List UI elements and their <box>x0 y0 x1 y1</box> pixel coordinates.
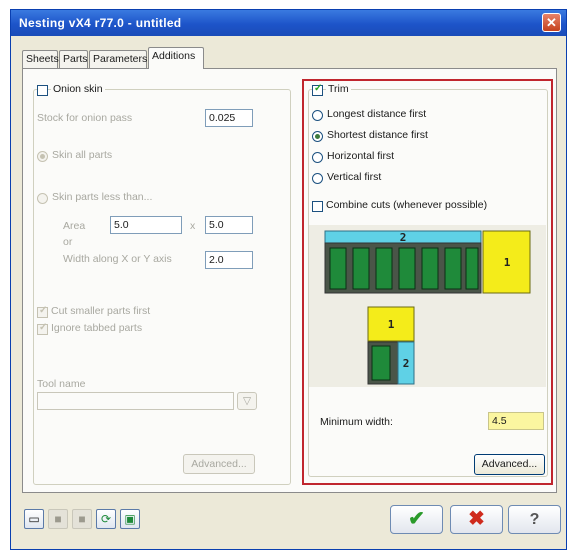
combine-cuts-checkbox[interactable] <box>312 201 323 212</box>
ignore-tabbed-label: Ignore tabbed parts <box>51 322 143 334</box>
skin-less-label: Skin parts less than... <box>52 191 153 203</box>
trim-option-shortest-label: Shortest distance first <box>327 129 428 141</box>
trim-diagram-svg: 2 1 1 2 <box>324 230 531 385</box>
window-title: Nesting vX4 r77.0 - untitled <box>19 16 182 30</box>
min-width-input[interactable]: 4.5 <box>488 412 544 430</box>
trim-advanced-button[interactable]: Advanced... <box>474 454 545 475</box>
stock-input[interactable]: 0.025 <box>205 109 253 127</box>
area-x-input[interactable]: 5.0 <box>110 216 182 234</box>
tab-parameters[interactable]: Parameters <box>89 50 147 68</box>
skin-less-radio[interactable] <box>37 193 48 204</box>
combine-cuts-label: Combine cuts (whenever possible) <box>326 199 488 211</box>
save-icon[interactable]: ■ <box>48 509 68 529</box>
tool-name-input[interactable] <box>37 392 234 410</box>
save-as-icon[interactable]: ■ <box>72 509 92 529</box>
filter-icon: ▽ <box>242 395 252 407</box>
trim-checkbox[interactable]: ✓ <box>312 83 323 96</box>
or-label: or <box>63 236 73 248</box>
tool-name-label: Tool name <box>37 378 86 390</box>
trim-option-longest-label: Longest distance first <box>327 108 427 120</box>
skin-all-label: Skin all parts <box>52 149 113 161</box>
nest-part <box>398 247 416 290</box>
dialog-window: Nesting vX4 r77.0 - untitled ✕ Sheets Pa… <box>10 9 567 550</box>
skin-all-radio[interactable] <box>37 151 48 162</box>
new-document-icon[interactable]: ▭ <box>24 509 44 529</box>
trim-option-horizontal-label: Horizontal first <box>327 150 395 162</box>
trim-option-vertical-radio[interactable] <box>312 173 323 184</box>
onion-advanced-button[interactable]: Advanced... <box>183 454 255 474</box>
trim-order-label-lower-1: 1 <box>388 318 395 331</box>
title-bar[interactable]: Nesting vX4 r77.0 - untitled ✕ <box>11 10 566 36</box>
ok-button[interactable]: ✔ <box>390 505 443 534</box>
trim-option-vertical-label: Vertical first <box>327 171 382 183</box>
tab-additions[interactable]: Additions <box>148 47 204 69</box>
trim-option-longest-radio[interactable] <box>312 110 323 121</box>
cut-smaller-label: Cut smaller parts first <box>51 305 151 317</box>
help-button[interactable]: ? <box>508 505 561 534</box>
refresh-icon[interactable]: ⟳ <box>96 509 116 529</box>
nest-part <box>329 247 347 290</box>
area-y-input[interactable]: 5.0 <box>205 216 253 234</box>
trim-option-horizontal-radio[interactable] <box>312 152 323 163</box>
nest-part <box>375 247 393 290</box>
close-button[interactable]: ✕ <box>542 13 561 32</box>
additions-panel: Onion skin Stock for onion pass 0.025 Sk… <box>22 68 557 493</box>
trim-order-label-2: 2 <box>400 231 407 244</box>
onion-skin-label: Onion skin <box>51 83 105 95</box>
cancel-button[interactable]: ✖ <box>450 505 503 534</box>
nest-part <box>352 247 370 290</box>
area-label: Area <box>63 220 86 232</box>
export-icon[interactable]: ▣ <box>120 509 140 529</box>
trim-label: Trim <box>326 83 351 95</box>
trim-option-shortest-radio[interactable] <box>312 131 323 142</box>
trim-order-diagram: 2 1 1 2 <box>309 225 546 387</box>
tab-sheets[interactable]: Sheets <box>22 50 59 68</box>
stock-label: Stock for onion pass <box>37 112 133 124</box>
onion-skin-checkbox[interactable] <box>37 85 48 96</box>
tool-picker-button[interactable]: ▽ <box>237 392 257 410</box>
min-width-label: Minimum width: <box>320 416 393 428</box>
tab-parts[interactable]: Parts <box>59 50 88 68</box>
nest-part <box>421 247 439 290</box>
trim-order-label-lower-2: 2 <box>403 357 410 370</box>
nest-part <box>371 345 391 381</box>
area-sep: x <box>190 220 196 232</box>
nest-part <box>465 247 479 290</box>
ignore-tabbed-checkbox[interactable]: ✓ <box>37 322 48 335</box>
cut-smaller-checkbox[interactable]: ✓ <box>37 305 48 318</box>
width-axis-input[interactable]: 2.0 <box>205 251 253 269</box>
trim-order-label-1: 1 <box>504 256 511 269</box>
nest-part <box>444 247 462 290</box>
width-axis-label: Width along X or Y axis <box>63 253 172 265</box>
